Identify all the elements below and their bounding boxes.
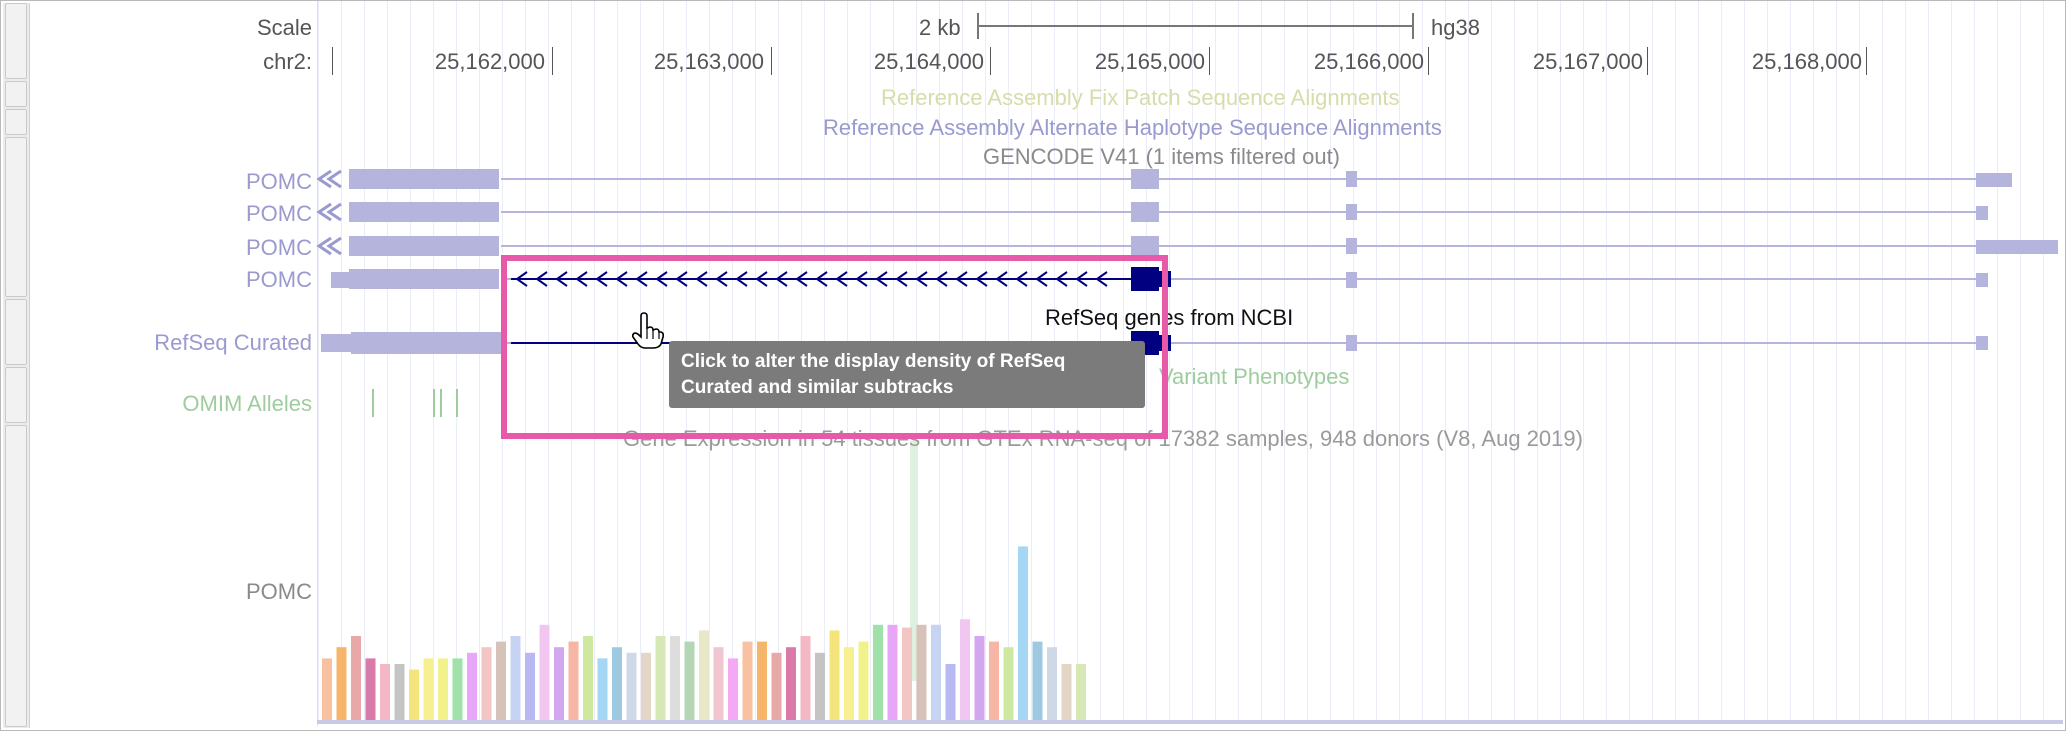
- gtex-bar[interactable]: [322, 658, 332, 720]
- gtex-bar[interactable]: [1032, 641, 1043, 720]
- gtex-bar[interactable]: [713, 647, 724, 720]
- gtex-bar[interactable]: [1003, 647, 1014, 720]
- gtex-bar[interactable]: [423, 658, 434, 720]
- gtex-bar[interactable]: [525, 652, 535, 720]
- gtex-bar[interactable]: [539, 624, 550, 720]
- gtex-bar[interactable]: [452, 658, 463, 720]
- gtex-bar[interactable]: [1018, 546, 1028, 720]
- gtex-bar[interactable]: [583, 636, 593, 720]
- gtex-bar[interactable]: [699, 630, 709, 720]
- gtex-bar[interactable]: [945, 664, 956, 720]
- gtex-bar[interactable]: [1047, 647, 1057, 720]
- gtex-bar[interactable]: [394, 664, 405, 720]
- gtex-bar[interactable]: [960, 619, 970, 720]
- gtex-bar[interactable]: [641, 652, 651, 720]
- gtex-bar[interactable]: [612, 647, 622, 720]
- gtex-bar[interactable]: [1076, 664, 1086, 720]
- tooltip-line-2: Curated and similar subtracks: [681, 377, 954, 398]
- gtex-bar[interactable]: [684, 641, 695, 720]
- gtex-bar[interactable]: [757, 641, 767, 720]
- gtex-bar[interactable]: [902, 627, 912, 720]
- gtex-bar[interactable]: [568, 641, 579, 720]
- gtex-bar[interactable]: [409, 669, 419, 720]
- hand-cursor-icon: [631, 312, 665, 349]
- gtex-bar[interactable]: [1061, 664, 1072, 720]
- gtex-bar[interactable]: [380, 664, 390, 720]
- tooltip: Click to alter the display density of Re…: [669, 341, 1145, 408]
- gtex-bar[interactable]: [626, 652, 637, 720]
- gtex-bar[interactable]: [554, 647, 564, 720]
- gtex-bar[interactable]: [597, 658, 608, 720]
- gtex-bar[interactable]: [481, 647, 492, 720]
- gtex-bar[interactable]: [438, 658, 448, 720]
- gtex-bar[interactable]: [670, 636, 680, 720]
- gtex-bar[interactable]: [974, 636, 985, 720]
- gtex-bar[interactable]: [800, 636, 811, 720]
- gtex-bar[interactable]: [496, 641, 506, 720]
- gtex-bar[interactable]: [931, 624, 941, 720]
- gtex-bar[interactable]: [771, 652, 782, 720]
- gtex-bar[interactable]: [873, 624, 883, 720]
- gtex-bar[interactable]: [351, 636, 361, 720]
- gtex-bar[interactable]: [655, 636, 666, 720]
- gtex-bar[interactable]: [844, 647, 854, 720]
- gtex-bar[interactable]: [829, 630, 840, 720]
- gtex-bar[interactable]: [815, 652, 825, 720]
- gtex-bar[interactable]: [336, 647, 347, 720]
- gtex-bar[interactable]: [858, 641, 869, 720]
- gtex-baseline: [317, 720, 2063, 724]
- genome-browser-frame: Scale chr2: POMC POMC POMC POMC RefSeq C…: [0, 0, 2066, 731]
- gtex-bar[interactable]: [786, 647, 796, 720]
- gtex-bar[interactable]: [887, 624, 898, 720]
- tooltip-line-1: Click to alter the display density of Re…: [681, 351, 1066, 372]
- gtex-bar[interactable]: [728, 658, 738, 720]
- gtex-bar[interactable]: [989, 641, 999, 720]
- gtex-bar[interactable]: [510, 636, 521, 720]
- gtex-bar[interactable]: [365, 658, 376, 720]
- gtex-bar[interactable]: [467, 652, 477, 720]
- gtex-bar[interactable]: [742, 641, 753, 720]
- gtex-bar[interactable]: [916, 624, 927, 720]
